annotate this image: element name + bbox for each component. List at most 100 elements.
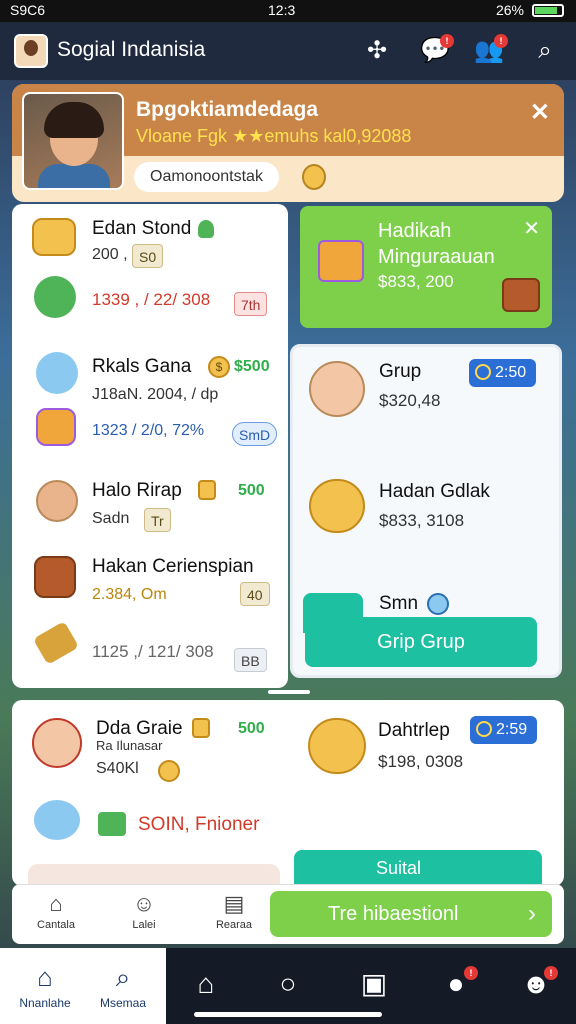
chest-icon xyxy=(309,479,365,533)
timer-badge: 2:59 xyxy=(470,716,538,744)
list-item-title[interactable]: Halo Rirap xyxy=(92,480,182,502)
character-icon xyxy=(34,276,76,318)
wrench-icon xyxy=(32,621,80,665)
list-item-title[interactable]: Smn xyxy=(379,593,418,615)
item-price: 500 xyxy=(238,720,265,737)
item-tag: 7th xyxy=(234,292,268,316)
search-icon: ⌕ xyxy=(115,962,131,992)
gem-icon xyxy=(427,593,449,615)
list-item-title[interactable]: SOIN, Fnioner xyxy=(138,814,259,836)
search-icon[interactable]: ○ xyxy=(268,966,308,1002)
timer-badge: 2:50 xyxy=(469,359,537,387)
action-cantala[interactable]: ⌂ Cantala xyxy=(24,891,88,931)
avatar xyxy=(32,718,82,768)
coin-icon: $ xyxy=(208,356,230,378)
action-rearaa[interactable]: ▤ Rearaa xyxy=(202,891,266,931)
item-tag: SmD xyxy=(232,422,278,446)
coin-icon xyxy=(302,164,326,190)
list-item-sub: 1125 ,/ 121/ 308 xyxy=(92,642,214,661)
status-time: 12:3 xyxy=(268,2,296,18)
suital-button[interactable]: Suital xyxy=(294,850,542,886)
timer-badge-text: 2:50 xyxy=(495,364,527,381)
profile-name: Bpgoktiamdedaga xyxy=(136,98,319,121)
list-item-sub: $833, 3108 xyxy=(379,511,465,530)
home-icon: ⌂ xyxy=(37,962,53,992)
app-title: Sogial Indanisia xyxy=(57,38,206,61)
friends-icon[interactable]: 👥! xyxy=(474,34,508,66)
close-icon[interactable]: ✕ xyxy=(530,98,550,127)
friends-icon[interactable]: ☻! xyxy=(516,966,558,1002)
gift-card[interactable]: Hadikah Minguraauan $833, 200 ✕ xyxy=(300,206,552,328)
close-icon[interactable]: ✕ xyxy=(523,216,540,241)
list-item-sub: 1339 , / 22/ 308 xyxy=(92,290,211,309)
chat-notification-dot: ! xyxy=(440,34,454,48)
home-icon[interactable]: ⌂ xyxy=(186,966,226,1002)
chevron-right-icon: › xyxy=(528,900,536,927)
clock-icon xyxy=(476,721,492,737)
gift-title-line1: Hadikah xyxy=(378,220,452,242)
list-item-title[interactable]: Dda Graie xyxy=(96,718,183,740)
action-label: Lalei xyxy=(132,919,156,931)
left-list-panel: Edan Stond 200 , S0 1339 , / 22/ 308 7th… xyxy=(12,204,288,688)
battery-icon xyxy=(532,4,564,17)
grip-grup-button[interactable]: Grip Grup xyxy=(305,617,537,667)
action-label: Rearaa xyxy=(215,919,253,931)
calendar-icon[interactable]: ▣ xyxy=(354,966,394,1002)
list-item-sub: Sadn xyxy=(92,510,130,527)
gift-card-title: Hadikah Minguraauan xyxy=(378,218,495,270)
search-icon[interactable]: ⌕ xyxy=(530,36,560,66)
gift-box-icon xyxy=(318,240,364,282)
list-item-sub: 2.384, Om xyxy=(92,586,167,603)
item-tag: BB xyxy=(234,648,267,672)
chat-icon[interactable]: 💬! xyxy=(420,34,454,66)
home-indicator xyxy=(194,1012,382,1017)
list-item-title[interactable]: Hakan Cerienspian xyxy=(92,556,254,578)
item-tag: S0 xyxy=(132,244,164,268)
gift-card-value: $833, 200 xyxy=(378,272,454,291)
gift-icon xyxy=(36,408,76,446)
profile-photo[interactable] xyxy=(22,92,124,190)
profile-status-pill[interactable]: Oamonoontstak xyxy=(134,162,279,192)
timer-badge-text: 2:59 xyxy=(496,721,528,738)
chest-icon xyxy=(502,278,540,312)
primary-cta-button[interactable]: Tre hibaestionl › xyxy=(270,891,552,937)
globe-icon xyxy=(36,352,78,394)
action-bar: ⌂ Cantala ☺ Lalei ▤ Rearaa Tre hibaestio… xyxy=(12,884,564,944)
list-item-sub: $198, 0308 xyxy=(378,752,464,771)
profile-card: Bpgoktiamdedaga Vloane Fgk ★★emuhs kal0,… xyxy=(12,84,564,202)
bottom-panel: Dda Graie 500 Ra Ilunasar S40Kl Dahtrlep… xyxy=(12,700,564,886)
list-item-sub: Ra Ilunasar xyxy=(96,738,163,753)
money-icon xyxy=(32,218,76,256)
toggle-icon[interactable] xyxy=(98,812,126,836)
game-controller-icon[interactable]: ✣ xyxy=(362,36,392,66)
nav-home[interactable]: ⌂ Nnanlahe xyxy=(10,962,80,1010)
app-bar: Sogial Indanisia ✣ 💬! 👥! ⌕ xyxy=(0,22,576,80)
coin-icon xyxy=(158,760,180,782)
nav-label: Msemaa xyxy=(99,996,146,1010)
list-item-sub: S40Kl xyxy=(96,760,139,777)
item-tag: Tr xyxy=(144,508,171,532)
status-battery-text: 26% xyxy=(495,2,524,18)
list-item-title[interactable]: Hadan Gdlak xyxy=(379,481,490,503)
action-lalei[interactable]: ☺ Lalei xyxy=(112,891,176,931)
avatar xyxy=(36,480,78,522)
list-item-title[interactable]: Dahtrlep xyxy=(378,720,450,742)
lock-icon xyxy=(192,718,210,738)
app-avatar[interactable] xyxy=(14,34,48,68)
gift-title-line2: Minguraauan xyxy=(378,246,495,268)
chat-notification-dot: ! xyxy=(464,966,478,980)
drag-handle[interactable] xyxy=(268,690,310,694)
list-item-title[interactable]: Grup xyxy=(379,361,421,383)
right-list-panel: Grup 2:50 $320,48 Hadan Gdlak $833, 3108… xyxy=(290,344,562,678)
status-bar: S9C6 12:3 26% xyxy=(0,0,576,22)
status-carrier: S9C6 xyxy=(10,2,46,18)
list-item-title[interactable]: Edan Stond xyxy=(92,218,191,240)
pink-card-edge xyxy=(28,864,280,886)
nav-search[interactable]: ⌕ Msemaa xyxy=(88,962,158,1010)
list-item-sub: 1323 / 2/0, 72% xyxy=(92,422,205,439)
friends-notification-dot: ! xyxy=(494,34,508,48)
document-icon: ▤ xyxy=(223,891,245,916)
chat-icon[interactable]: ●! xyxy=(436,966,478,1002)
list-item-sub: $320,48 xyxy=(379,391,441,410)
list-item-title[interactable]: Rkals Gana xyxy=(92,356,191,378)
